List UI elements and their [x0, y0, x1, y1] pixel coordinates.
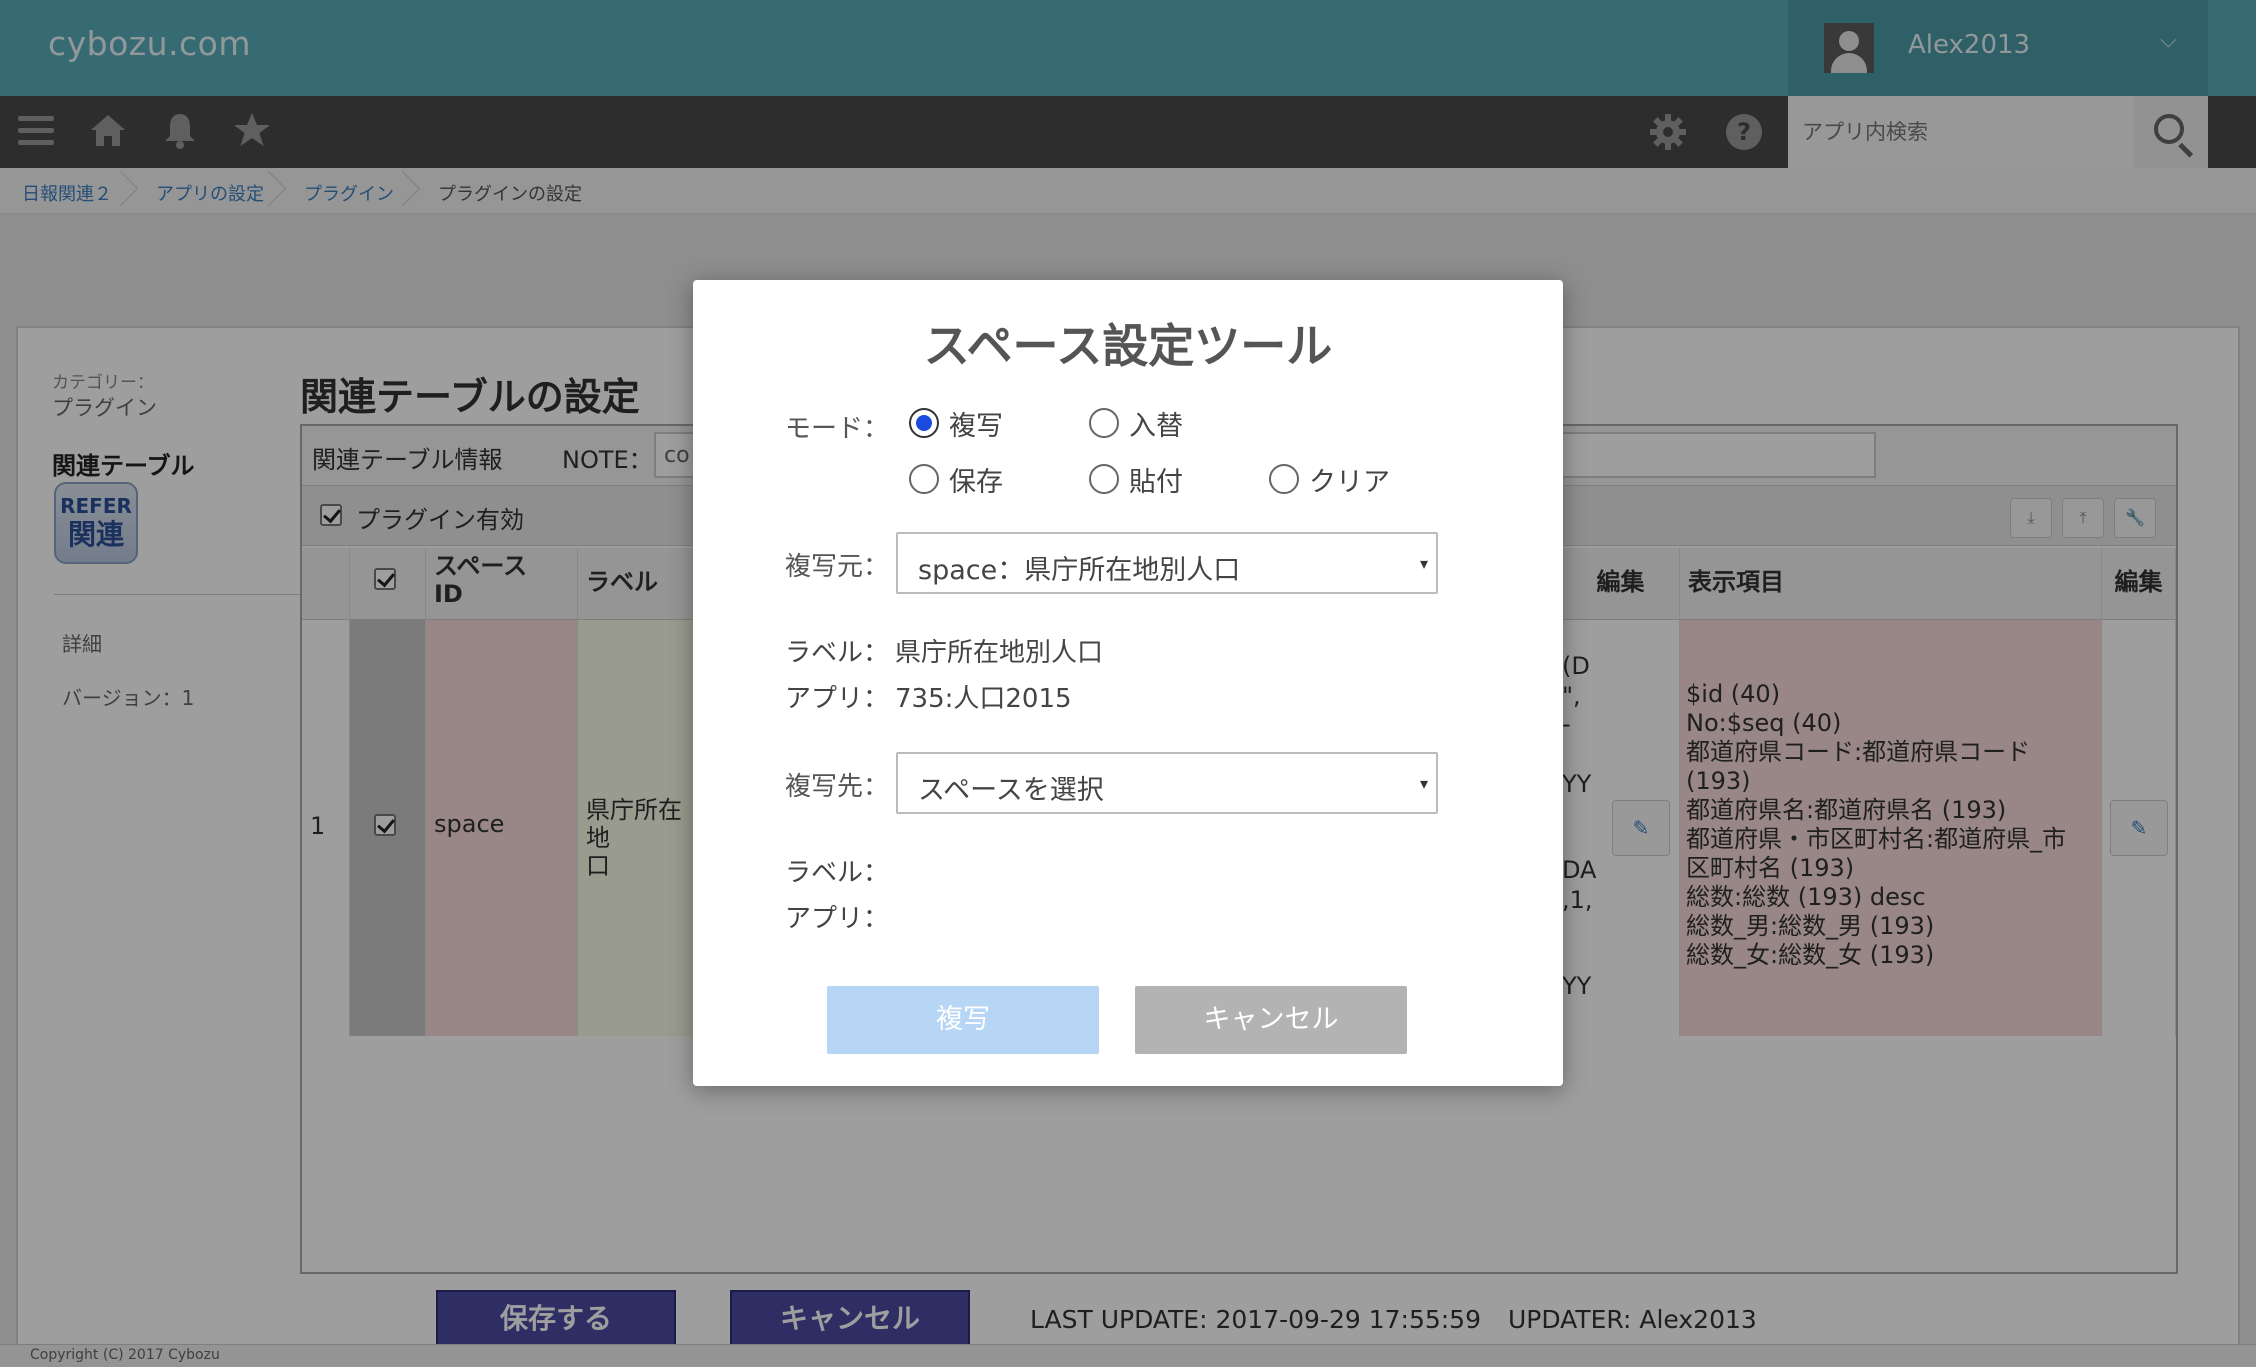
- source-label: 複写元：: [785, 552, 890, 582]
- mode-radio-clear-label[interactable]: クリア: [1309, 460, 1390, 499]
- mode-radio-save[interactable]: [909, 464, 939, 494]
- destination-space-value: スペースを選択: [918, 775, 1104, 806]
- mode-radio-save-label[interactable]: 保存: [949, 460, 1003, 499]
- mode-radio-swap[interactable]: [1089, 408, 1119, 438]
- source-info-label-value: 県庁所在地別人口: [895, 638, 1104, 668]
- mode-label: モード：: [785, 414, 890, 444]
- chevron-down-icon: ▾: [1419, 554, 1428, 573]
- destination-label: 複写先：: [785, 772, 890, 802]
- mode-radio-swap-label[interactable]: 入替: [1129, 404, 1183, 443]
- source-info-label-key: ラベル：: [785, 638, 890, 668]
- dest-info-app-key: アプリ：: [785, 904, 890, 934]
- dialog-title: スペース設定ツール: [923, 319, 1333, 373]
- mode-radio-copy[interactable]: [909, 408, 939, 438]
- destination-space-select[interactable]: スペースを選択 ▾: [896, 752, 1438, 814]
- mode-radio-clear[interactable]: [1269, 464, 1299, 494]
- source-space-select[interactable]: space：県庁所在地別人口 ▾: [896, 532, 1438, 594]
- mode-radio-paste[interactable]: [1089, 464, 1119, 494]
- space-settings-dialog: スペース設定ツール モード： 複写 入替 保存 貼付 クリア 複写元： spac…: [693, 280, 1563, 1086]
- dest-info-label-key: ラベル：: [785, 858, 890, 888]
- chevron-down-icon: ▾: [1419, 774, 1428, 793]
- source-info-app-key: アプリ：: [785, 684, 890, 714]
- mode-radio-paste-label[interactable]: 貼付: [1129, 460, 1183, 499]
- source-info-app-value: 735:人口2015: [895, 684, 1072, 714]
- source-space-value: space：県庁所在地別人口: [918, 555, 1241, 586]
- mode-radio-copy-label[interactable]: 複写: [949, 404, 1003, 443]
- dialog-cancel-button[interactable]: キャンセル: [1135, 986, 1407, 1054]
- copy-button[interactable]: 複写: [827, 986, 1099, 1054]
